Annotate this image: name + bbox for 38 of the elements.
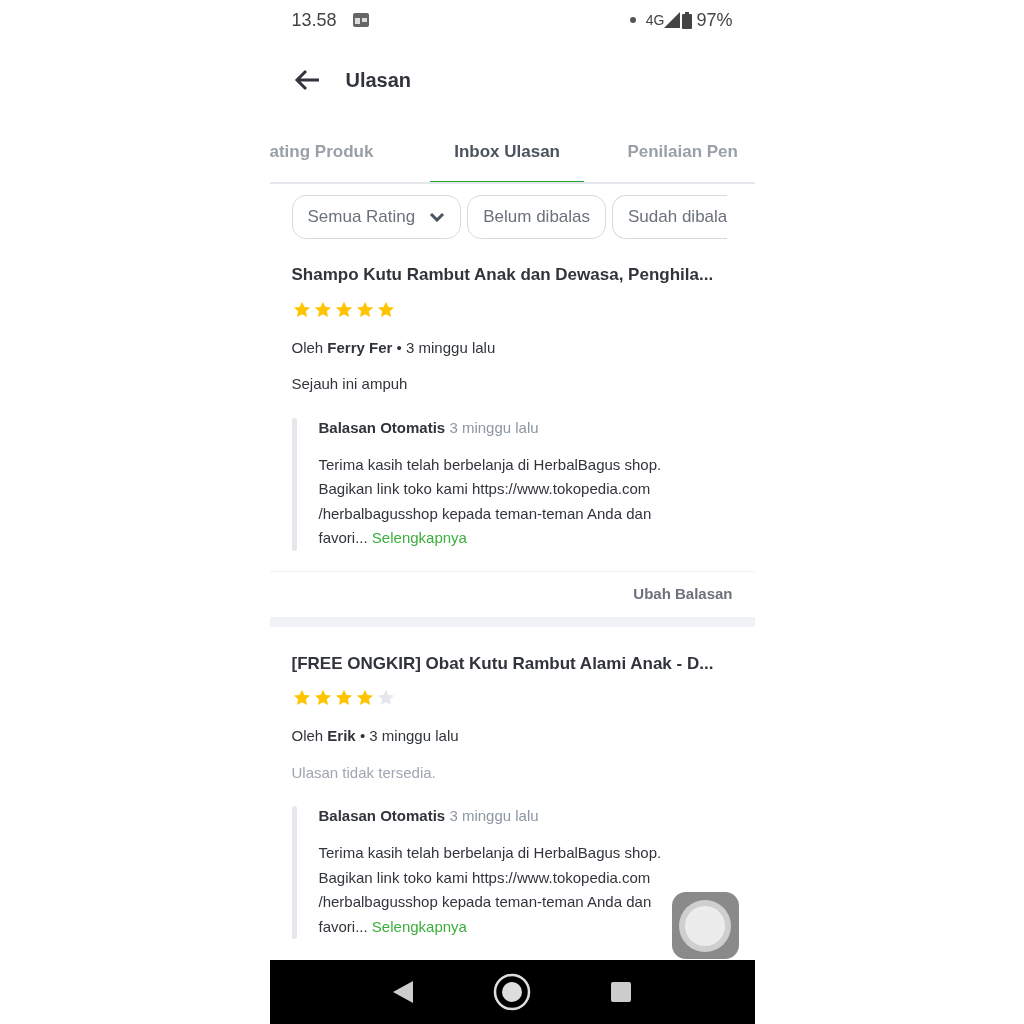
battery-level: 97%: [696, 8, 733, 32]
star-icon: [375, 688, 396, 708]
back-triangle-icon[interactable]: [393, 981, 413, 1003]
reply-title: Balasan Otomatis: [318, 807, 446, 824]
star-icon: [333, 688, 354, 708]
tab[interactable]: Penilaian Pen: [627, 122, 755, 182]
reply-title: Balasan Otomatis: [318, 418, 446, 436]
page-title: Ulasan: [345, 68, 412, 93]
edit-reply-button[interactable]: Ubah Balasan: [633, 582, 733, 606]
review-meta: Oleh Erik • 3 minggu lalu: [291, 726, 460, 746]
rating-filter-dropdown[interactable]: Semua Rating: [291, 195, 462, 239]
tab[interactable]: Inbox Ulasan: [429, 122, 585, 182]
assistive-touch-button[interactable]: [671, 892, 739, 959]
reply-text: Terima kasih telah berbelanja di HerbalBagus shop. Bagikan link toko kami https://www.tokopedia.com /herbalbagusshop kepada teman-teman Anda dan favori... Selengkapnya: [318, 454, 662, 548]
battery-icon: [682, 11, 693, 29]
review-text: Sejauh ini ampuh: [291, 374, 409, 394]
signal-icon: [664, 12, 681, 28]
star-icon: [354, 688, 375, 708]
reply-text: Terima kasih telah berbelanja di HerbalBagus shop. Bagikan link toko kami https://www.tokopedia.com /herbalbagusshop kepada teman-teman Anda dan favori... Selengkapnya: [318, 843, 662, 937]
star-icon: [312, 688, 333, 708]
reply-time: 3 minggu lalu: [449, 807, 539, 824]
reply-time: 3 minggu lalu: [449, 418, 539, 436]
home-circle-icon[interactable]: [493, 973, 531, 1011]
chevron-down-icon: [429, 212, 446, 222]
clock: 13.58: [291, 8, 337, 32]
see-more-link[interactable]: Selengkapnya: [371, 917, 467, 935]
tab[interactable]: ating Produk: [269, 122, 387, 182]
network-type: 4G: [645, 10, 665, 30]
filter-chip[interactable]: Sudah dibala: [612, 195, 728, 239]
filter-chip[interactable]: Belum dibalas: [467, 195, 606, 239]
see-more-link[interactable]: Selengkapnya: [371, 529, 467, 546]
star-icon: [291, 688, 312, 708]
notification-dot-icon: [629, 17, 636, 23]
review-text: Ulasan tidak tersedia.: [291, 762, 437, 783]
product-title[interactable]: Shampo Kutu Rambut Anak dan Dewasa, Penghila...: [291, 262, 733, 288]
store-icon: [351, 12, 370, 28]
review-meta: Oleh Ferry Fer • 3 minggu lalu: [291, 337, 497, 358]
product-title[interactable]: [FREE ONGKIR] Obat Kutu Rambut Alami Anak - D...: [291, 650, 733, 676]
